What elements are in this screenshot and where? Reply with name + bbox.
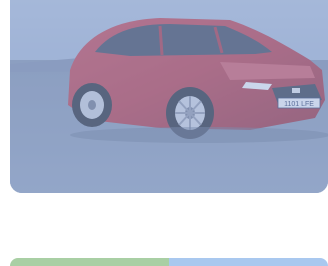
next-card-segment-green xyxy=(10,258,169,266)
next-card-segment-blue xyxy=(169,258,328,266)
hero-card-image[interactable]: 1101 LFE xyxy=(10,0,328,193)
page: 1101 LFE xyxy=(0,0,328,266)
next-card-preview[interactable] xyxy=(10,258,328,266)
rear-wheel xyxy=(72,83,112,127)
license-plate-text: 1101 LFE xyxy=(284,101,314,108)
car-photo: 1101 LFE xyxy=(10,0,328,193)
